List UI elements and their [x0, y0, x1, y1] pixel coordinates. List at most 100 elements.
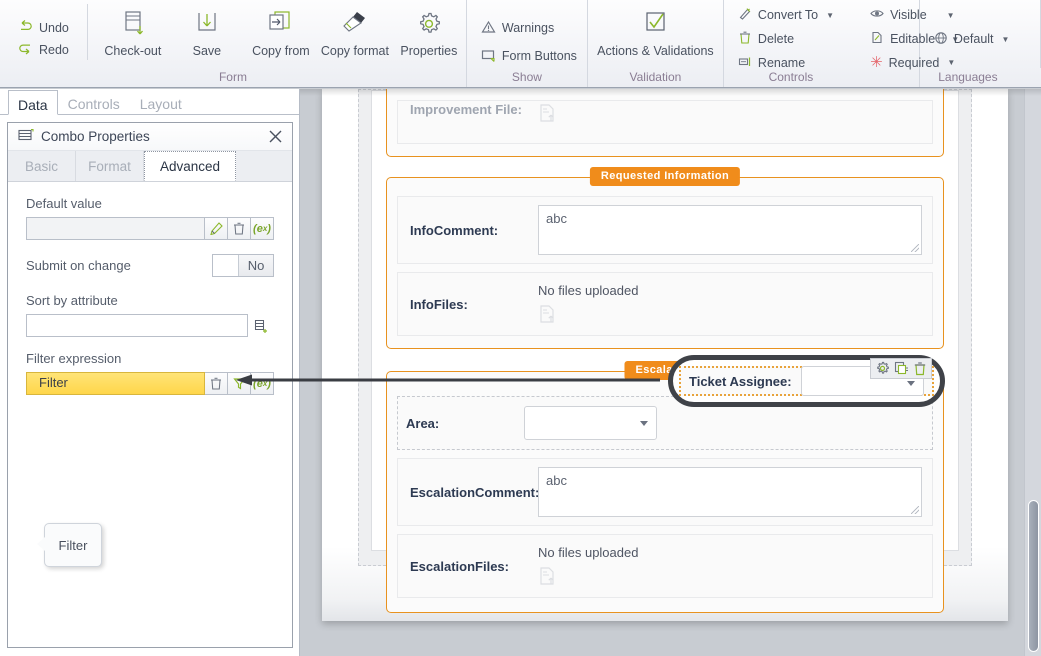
convert-to-icon: [738, 7, 752, 23]
dialog-tab-format-label: Format: [88, 158, 131, 174]
escalationfiles-label: EscalationFiles:: [410, 558, 509, 574]
redo-label: Redo: [39, 43, 69, 57]
copy-format-icon: [340, 6, 370, 42]
checkmark-box-icon: [640, 6, 670, 42]
eye-icon: [870, 7, 884, 23]
file-upload-icon[interactable]: [538, 305, 558, 327]
sort-by-attribute-label: Sort by attribute: [26, 293, 118, 308]
save-icon: [194, 6, 220, 42]
default-value-row: (e x): [26, 217, 274, 240]
properties-label: Properties: [400, 44, 458, 58]
tab-data[interactable]: Data: [8, 90, 58, 115]
dialog-tab-basic[interactable]: Basic: [8, 151, 76, 181]
warnings-button[interactable]: Warnings: [473, 17, 585, 39]
globe-icon: [934, 31, 948, 48]
copy-from-button[interactable]: Copy from: [244, 0, 318, 66]
control-action-toolbar: [870, 358, 932, 379]
undo-button[interactable]: Undo: [10, 17, 77, 39]
actions-validations-label: Actions & Validations: [597, 44, 714, 58]
chevron-down-icon[interactable]: ▼: [826, 11, 834, 20]
ribbon-group-label-languages: Languages: [938, 70, 998, 84]
section-partial-top: Improvement File:: [386, 89, 944, 157]
sort-by-attribute-row: [26, 314, 274, 337]
dialog-tabbar: Basic Format Advanced: [8, 151, 292, 182]
languages-column: Default ▼: [920, 0, 1020, 73]
row-escalationfiles: EscalationFiles: No files uploaded: [397, 534, 933, 598]
copy-format-button[interactable]: Copy format: [318, 0, 392, 66]
chevron-down-icon[interactable]: ▼: [1002, 35, 1010, 44]
escalationfiles-value: No files uploaded: [538, 535, 932, 597]
copy-format-label: Copy format: [320, 44, 389, 58]
ribbon-group-form: Undo Redo Check-out Save Copy from Copy …: [0, 0, 467, 87]
actions-validations-button[interactable]: Actions & Validations: [588, 0, 723, 66]
tab-controls-label: Controls: [67, 96, 120, 112]
sort-by-attribute-input[interactable]: [26, 314, 248, 337]
dialog-tab-advanced[interactable]: Advanced: [144, 151, 236, 181]
delete-trash-icon[interactable]: [228, 217, 251, 240]
dialog-tab-format[interactable]: Format: [76, 151, 144, 181]
canvas-top-shadow: [300, 89, 1041, 96]
ribbon-group-languages: Default ▼ Languages: [920, 0, 1041, 84]
section-requested-information: Requested Information InfoComment: abc I…: [386, 167, 944, 349]
file-upload-icon[interactable]: [538, 567, 558, 589]
trash-icon[interactable]: [912, 361, 928, 377]
undo-label: Undo: [39, 21, 69, 35]
close-icon[interactable]: [264, 126, 286, 148]
tab-controls[interactable]: Controls: [58, 89, 130, 114]
ribbon-group-label-show: Show: [511, 70, 542, 84]
annotation-arrow: [236, 374, 660, 386]
redo-icon: [18, 42, 33, 58]
ribbon-group-label-form: Form: [218, 70, 247, 84]
infofiles-status: No files uploaded: [538, 283, 639, 298]
submit-on-change-row: Submit on change No: [26, 254, 274, 277]
default-language-label: Default: [953, 32, 994, 46]
edit-pencil-icon[interactable]: [205, 217, 228, 240]
panel-tabbar: Data Controls Layout: [0, 89, 299, 115]
database-add-icon[interactable]: [248, 314, 274, 337]
area-combo[interactable]: [524, 406, 657, 440]
save-button[interactable]: Save: [170, 0, 244, 66]
filter-delete-icon[interactable]: [205, 372, 228, 395]
tab-layout[interactable]: Layout: [130, 89, 192, 114]
redo-button[interactable]: Redo: [10, 39, 77, 61]
dialog-tab-advanced-label: Advanced: [159, 158, 221, 174]
convert-to-button[interactable]: Convert To ▼: [730, 5, 842, 26]
escalationcomment-label: EscalationComment:: [410, 484, 540, 500]
duplicate-icon[interactable]: [893, 361, 909, 377]
file-upload-icon[interactable]: [538, 104, 558, 126]
editable-icon: [870, 31, 884, 47]
infofiles-value: No files uploaded: [538, 273, 932, 335]
form-buttons-button[interactable]: Form Buttons: [473, 45, 585, 67]
default-language-button[interactable]: Default ▼: [926, 28, 1018, 50]
scrollbar-thumb[interactable]: [1028, 500, 1039, 652]
filter-expression-input[interactable]: Filter: [26, 372, 205, 395]
trash-icon: [738, 31, 752, 47]
save-label: Save: [192, 44, 222, 58]
form-body: Improvement File: Requested Information: [371, 89, 959, 613]
undo-icon: [18, 20, 33, 36]
canvas-vertical-scrollbar[interactable]: [1024, 89, 1041, 656]
area-label: Area:: [406, 415, 440, 431]
copy-from-icon: [266, 6, 296, 42]
submit-on-change-toggle[interactable]: No: [212, 254, 274, 277]
left-properties-panel: Data Controls Layout Combo Properties Ba…: [0, 89, 300, 656]
default-value-input[interactable]: [26, 217, 205, 240]
field-area: Area:: [398, 397, 665, 449]
toggle-value: No: [247, 258, 265, 273]
form-buttons-icon: [481, 48, 496, 65]
dialog-tab-basic-label: Basic: [24, 158, 58, 174]
infocomment-textarea[interactable]: abc: [538, 205, 922, 255]
ribbon-group-show: Warnings Form Buttons Show: [467, 0, 588, 87]
check-out-button[interactable]: Check-out: [96, 0, 170, 66]
submit-on-change-label: Submit on change: [26, 258, 131, 273]
dialog-title: Combo Properties: [41, 129, 150, 144]
gear-icon[interactable]: [874, 361, 890, 377]
expression-builder-icon[interactable]: (e x): [251, 217, 274, 240]
selected-control-ticket-assignee[interactable]: Ticket Assignee:: [668, 355, 945, 407]
escalationcomment-textarea[interactable]: abc: [538, 467, 922, 517]
improvement-file-label: Improvement File:: [410, 102, 522, 117]
delete-button[interactable]: Delete: [730, 29, 842, 50]
ribbon-group-label-validation: Validation: [629, 70, 682, 84]
row-infocomment: InfoComment: abc: [397, 196, 933, 264]
properties-button[interactable]: Properties: [392, 0, 466, 66]
